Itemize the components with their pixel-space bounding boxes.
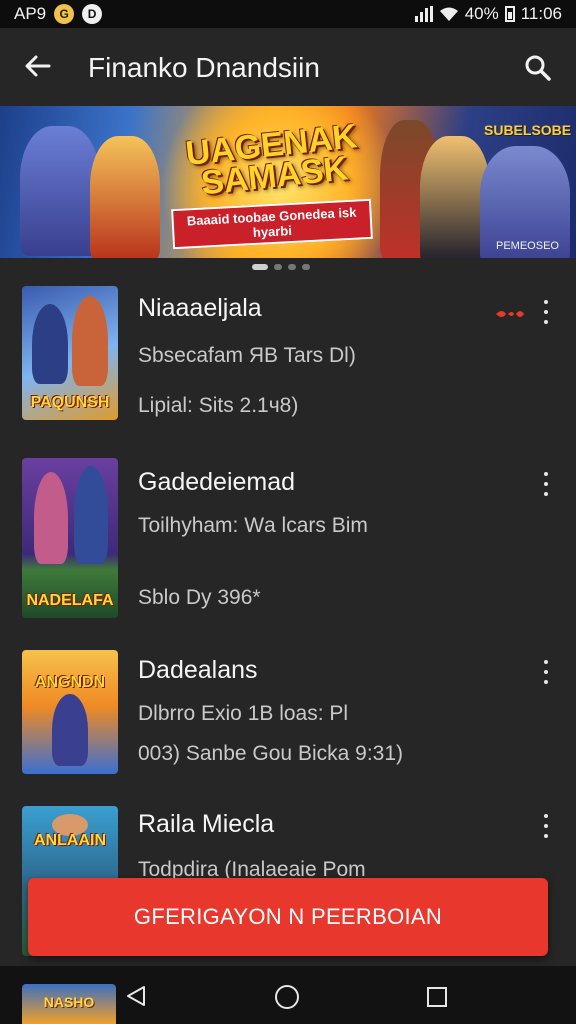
clock: 11:06 <box>520 4 562 23</box>
list-item-peek[interactable]: NASHO <box>22 984 116 1024</box>
banner-character <box>20 126 100 256</box>
square-recents-icon[interactable] <box>426 986 448 1008</box>
banner-pager <box>252 264 310 270</box>
game-thumbnail[interactable]: ANGNDN <box>22 650 118 774</box>
item-subtitle: Dlbrro Exio 1B loas: Pl <box>138 702 349 725</box>
more-options-icon[interactable] <box>538 814 554 838</box>
pager-dot[interactable] <box>274 264 282 270</box>
pager-dot[interactable] <box>302 264 310 270</box>
banner-corner-logo: SUBELSOBE <box>484 122 572 138</box>
battery-icon <box>504 6 515 22</box>
game-thumbnail[interactable]: NADELAFA <box>22 458 118 618</box>
more-options-icon[interactable] <box>538 472 554 496</box>
item-title: Raila Miecla <box>138 810 275 838</box>
item-subtitle: Toilhyham: Ԝa lcars Bim <box>138 514 368 537</box>
item-title: Dadealans <box>138 656 258 684</box>
item-title: Niaaaeljala <box>138 294 262 322</box>
notification-icon: G <box>54 4 75 24</box>
circle-home-icon[interactable] <box>274 984 300 1010</box>
battery-percent: 40% <box>464 4 499 23</box>
promo-banner[interactable]: UAGENAK SAMASK Baaaid toobae Gonedea isk… <box>0 106 576 258</box>
arrow-back-icon[interactable] <box>22 50 54 82</box>
thumbnail-caption: PAQUNSH <box>30 394 110 411</box>
thumbnail-caption: NASHO <box>43 994 95 1010</box>
banner-character <box>90 136 160 258</box>
item-meta: Sblo Dy 396* <box>138 586 261 609</box>
banner-footer: PEMEOSEO <box>496 240 559 252</box>
more-options-icon[interactable] <box>538 660 554 684</box>
list-item[interactable]: NADELAFA Gadedeiemad Toilhyham: Ԝa lcars… <box>0 458 576 622</box>
primary-action-button[interactable]: GFERIGAYON N PEERBOIAN <box>28 878 548 956</box>
list-item[interactable]: PAQUNSH Niaaaeljala Sbsecafam ЯB Tars Dl… <box>0 286 576 426</box>
game-thumbnail[interactable]: PAQUNSH <box>22 286 118 420</box>
pager-dot-active[interactable] <box>252 264 268 270</box>
status-carrier: AP9 <box>14 4 47 23</box>
signal-icon <box>414 6 433 22</box>
item-meta: Lipial: Sits 2.1ч8) <box>138 394 299 417</box>
thumbnail-caption: ANLAAIN <box>34 832 106 849</box>
search-icon[interactable] <box>522 52 554 84</box>
notification-icon: D <box>82 4 103 24</box>
more-options-icon[interactable] <box>538 300 554 324</box>
thumbnail-caption: NADELAFA <box>26 592 114 609</box>
pager-dot[interactable] <box>288 264 296 270</box>
new-badge-icon <box>496 311 524 317</box>
triangle-back-icon[interactable] <box>124 984 148 1008</box>
wifi-icon <box>439 7 458 21</box>
page-title: Finanko Dnandsiin <box>88 52 320 83</box>
item-title: Gadedeiemad <box>138 468 296 496</box>
list-item[interactable]: ANGNDN Dadealans Dlbrro Exio 1B loas: Pl… <box>0 650 576 776</box>
item-meta: 003) Sanbe Gou Bicka 9:31) <box>138 742 404 765</box>
item-subtitle: Sbsecafam ЯB Tars Dl) <box>138 344 356 367</box>
app-bar: Finanko Dnandsiin <box>0 28 576 106</box>
status-bar: AP9 G D 40% 11:06 <box>0 0 576 28</box>
thumbnail-caption: ANGNDN <box>34 674 106 691</box>
